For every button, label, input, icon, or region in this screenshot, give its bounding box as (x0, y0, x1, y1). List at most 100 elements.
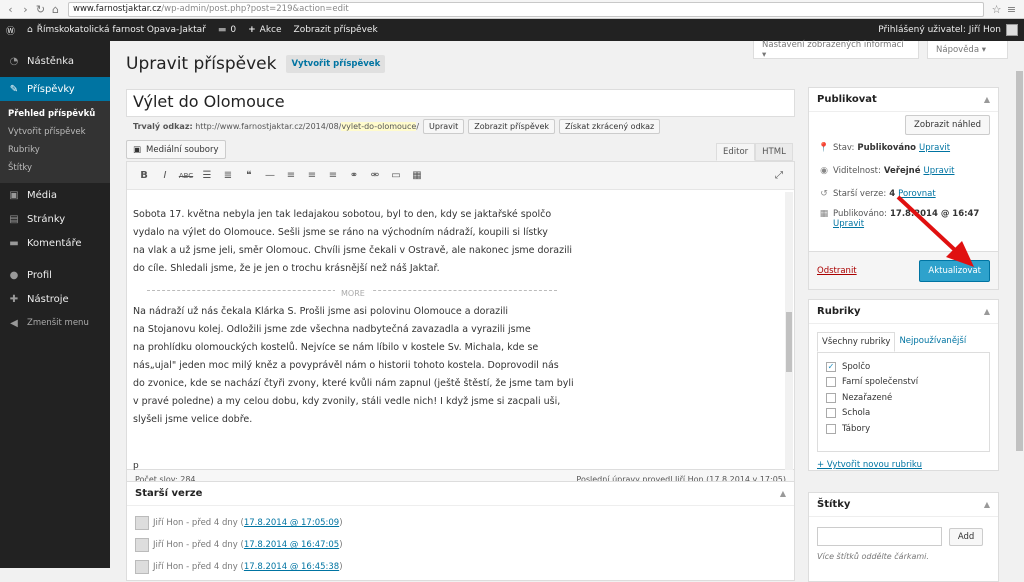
admin-bar: Ⓦ ⌂ Římskokatolická farnost Opava-Jaktař … (0, 19, 1024, 41)
edit-visibility-link[interactable]: Upravit (923, 166, 954, 176)
page-scrollbar[interactable] (1015, 41, 1024, 568)
menu-item-media[interactable]: ▣ Média (0, 183, 110, 207)
edit-status-link[interactable]: Upravit (919, 143, 950, 153)
toggle-icon[interactable]: ▲ (984, 500, 990, 509)
italic-icon[interactable]: I (156, 167, 174, 185)
read-more-icon[interactable]: ▭ (387, 167, 405, 185)
numbered-list-icon[interactable]: ≣ (219, 167, 237, 185)
category-checkbox[interactable] (826, 408, 836, 419)
category-item[interactable]: Schola (826, 406, 981, 422)
fullscreen-icon[interactable]: ⤢ (770, 167, 788, 185)
toggle-icon[interactable]: ▲ (780, 489, 786, 498)
comment-count: 0 (230, 25, 237, 35)
scrollbar-thumb[interactable] (1016, 71, 1023, 451)
align-right-icon[interactable]: ≡ (324, 167, 342, 185)
align-left-icon[interactable]: ≡ (282, 167, 300, 185)
user-greeting: Přihlášený uživatel: Jiří Hon (878, 25, 1001, 35)
collapse-menu[interactable]: ◀ Zmenšit menu (0, 311, 110, 335)
star-icon[interactable]: ☆ (990, 3, 1003, 16)
media-icon: ▣ (133, 144, 142, 155)
tab-popular-categories[interactable]: Nejpoužívanější (895, 332, 970, 352)
submenu-categories[interactable]: Rubriky (0, 141, 110, 159)
category-checkbox[interactable] (826, 423, 836, 434)
align-center-icon[interactable]: ≡ (303, 167, 321, 185)
category-item[interactable]: Tábory (826, 421, 981, 437)
submenu-all-posts[interactable]: Přehled příspěvků (0, 105, 110, 123)
editor-scrollbar[interactable] (785, 192, 793, 470)
help-button[interactable]: Nápověda ▾ (927, 41, 1008, 59)
toolbar-toggle-icon[interactable]: ▦ (408, 167, 426, 185)
menu-item-profile[interactable]: ● Profil (0, 263, 110, 287)
category-label: Nezařazené (842, 392, 893, 403)
revision-link[interactable]: 17.8.2014 @ 16:45:38 (244, 562, 339, 572)
scrollbar-thumb[interactable] (786, 312, 792, 372)
add-tag-button[interactable]: Add (948, 527, 984, 546)
revision-link[interactable]: 17.8.2014 @ 16:47:05 (244, 540, 339, 550)
menu-item-posts[interactable]: ✎ Příspěvky (0, 77, 110, 101)
strikethrough-icon[interactable]: ABC (177, 167, 195, 185)
home-icon[interactable]: ⌂ (49, 3, 62, 16)
horizontal-line-icon[interactable]: — (261, 167, 279, 185)
paragraph-line: slyšeli jsme velice dobře. (133, 414, 253, 425)
menu-item-dashboard[interactable]: ◔ Nástěnka (0, 49, 110, 73)
tab-all-categories[interactable]: Všechny rubriky (817, 332, 896, 352)
tags-header[interactable]: Štítky ▲ (809, 493, 998, 517)
toggle-icon[interactable]: ▲ (984, 307, 990, 316)
delete-link[interactable]: Odstranit (817, 266, 857, 276)
preview-button[interactable]: Zobrazit náhled (905, 115, 990, 135)
tab-html[interactable]: HTML (755, 143, 793, 161)
menu-item-pages[interactable]: ▤ Stránky (0, 207, 110, 231)
back-icon[interactable]: ‹ (4, 3, 17, 16)
category-checkbox[interactable]: ✓ (826, 361, 836, 372)
menu-icon[interactable]: ≡ (1005, 3, 1018, 16)
submenu-tags[interactable]: Štítky (0, 159, 110, 177)
category-checkbox[interactable] (826, 392, 836, 403)
forward-icon[interactable]: › (19, 3, 32, 16)
category-checkbox[interactable] (826, 377, 836, 388)
wordpress-logo-icon[interactable]: Ⓦ (0, 19, 21, 41)
publish-header[interactable]: Publikovat ▲ (809, 88, 998, 112)
view-post-link[interactable]: Zobrazit příspěvek (288, 19, 384, 41)
permalink-slug[interactable]: vylet-do-olomouce (341, 122, 417, 131)
revision-link[interactable]: 17.8.2014 @ 17:05:09 (244, 518, 339, 528)
toggle-icon[interactable]: ▲ (984, 95, 990, 104)
category-item[interactable]: Farní společenství (826, 375, 981, 391)
add-media-button[interactable]: ▣ Mediální soubory (126, 140, 226, 159)
paragraph-line: v pravé poledne) a my celou dobu, kdy zv… (133, 396, 561, 407)
category-label: Spolčo (842, 361, 871, 372)
unlink-icon[interactable]: ⚮ (366, 167, 384, 185)
site-name-link[interactable]: ⌂ Římskokatolická farnost Opava-Jaktař (21, 19, 212, 41)
view-post-button[interactable]: Zobrazit příspěvek (468, 119, 556, 134)
blockquote-icon[interactable]: ❝ (240, 167, 258, 185)
home-icon: ⌂ (27, 25, 33, 35)
categories-header[interactable]: Rubriky ▲ (809, 300, 998, 324)
post-title-input[interactable]: Výlet do Olomouce (126, 89, 795, 117)
status-row: 📍 Stav: Publikováno Upravit (817, 136, 990, 159)
new-content-link[interactable]: + Akce (242, 19, 287, 41)
editor-content[interactable]: Sobota 17. května nebyla jen tak ledajak… (127, 190, 794, 429)
submenu-add-new[interactable]: Vytvořit příspěvek (0, 123, 110, 141)
bold-icon[interactable]: B (135, 167, 153, 185)
reload-icon[interactable]: ↻ (34, 3, 47, 16)
editor-toolbar: B I ABC ☰ ≣ ❝ — ≡ ≡ ≡ ⚭ ⚮ ▭ ▦ ⤢ (127, 162, 794, 190)
link-icon[interactable]: ⚭ (345, 167, 363, 185)
add-new-category-link[interactable]: + Vytvořit novou rubriku (809, 452, 998, 478)
edit-permalink-button[interactable]: Upravit (423, 119, 465, 134)
paragraph-line: nás„ujal" jeden moc milý kněz a povypráv… (133, 360, 559, 371)
tag-input[interactable] (817, 527, 942, 546)
menu-item-comments[interactable]: ▬ Komentáře (0, 231, 110, 255)
get-shortlink-button[interactable]: Získat zkrácený odkaz (559, 119, 661, 134)
address-bar[interactable]: www.farnostjaktar.cz/wp-admin/post.php?p… (68, 1, 984, 17)
add-new-post-button[interactable]: Vytvořit příspěvek (286, 55, 386, 73)
revisions-header[interactable]: Starší verze ▲ (127, 482, 794, 506)
edit-date-link[interactable]: Upravit (833, 219, 864, 229)
paragraph-line: Na nádraží už nás čekala Klárka S. Prošl… (133, 306, 509, 317)
user-account[interactable]: Přihlášený uživatel: Jiří Hon (872, 19, 1024, 41)
comments-link[interactable]: ▬ 0 (212, 19, 242, 41)
menu-item-tools[interactable]: ✚ Nástroje (0, 287, 110, 311)
category-item[interactable]: Nezařazené (826, 390, 981, 406)
tab-visual[interactable]: Editor (716, 143, 756, 161)
bullet-list-icon[interactable]: ☰ (198, 167, 216, 185)
screen-options-button[interactable]: Nastavení zobrazených informací ▾ (753, 40, 919, 60)
category-item[interactable]: ✓ Spolčo (826, 359, 981, 375)
